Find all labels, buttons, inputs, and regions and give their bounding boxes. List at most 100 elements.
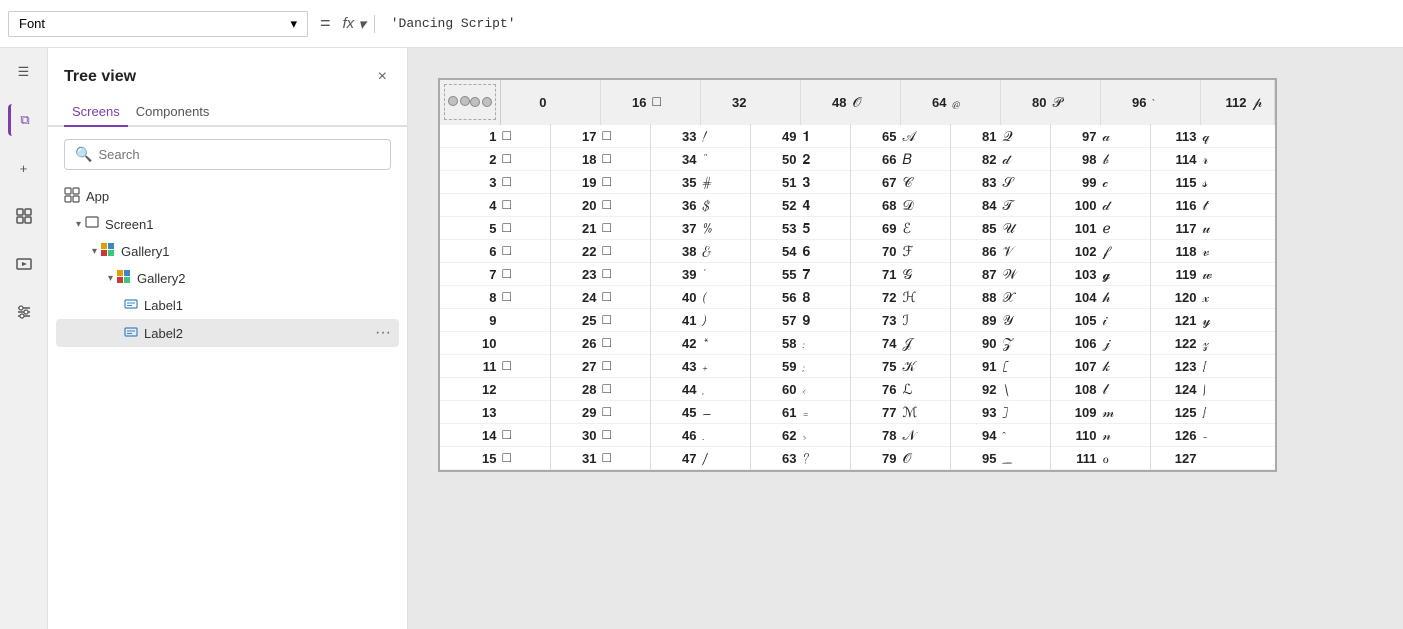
table-row-6-col-5-num: 86 (951, 240, 1001, 263)
tab-components[interactable]: Components (128, 98, 218, 127)
main-content: ☰ ⧉ + (0, 48, 1403, 629)
table-row-0-col-6-num: 96 (1101, 80, 1151, 125)
table-row-13-col-3-num: 61 (751, 401, 801, 424)
insert-icon[interactable]: + (8, 152, 40, 184)
table-row-10-col-5-num: 90 (951, 332, 1001, 355)
table-row-2-col-6-char: 𝒷 (1101, 148, 1151, 171)
tree-item-screen1[interactable]: ▾ Screen1 (56, 211, 399, 238)
table-row-2-col-5-num: 82 (951, 148, 1001, 171)
fx-button[interactable]: fx ▾ (343, 15, 375, 33)
table-row-13-col-7-num: 125 (1151, 401, 1201, 424)
table-row-2-col-1-char: □ (601, 148, 651, 171)
tree-item-label2[interactable]: Label2 ··· (56, 319, 399, 347)
table-row-14-col-5-num: 94 (951, 424, 1001, 447)
table-row-4-col-5-num: 84 (951, 194, 1001, 217)
tree-items: App ▾ Screen1 ▾ (48, 182, 407, 629)
table-row-10-col-5-char: 𝒵 (1001, 332, 1051, 355)
table-row-3-col-0-char: □ (501, 171, 551, 194)
chevron-down-icon: ▾ (290, 16, 297, 32)
table-row-13-col-7-char: } (1201, 401, 1251, 424)
app-icon (64, 187, 80, 206)
table-header-cell-0 (440, 80, 501, 125)
table-row-15-col-4-char: 𝒪 (901, 447, 951, 470)
collapse-toggle-gallery2[interactable]: ▾ (108, 273, 113, 284)
table-row-5-col-6-char: ℯ (1101, 217, 1151, 240)
label1-icon (124, 297, 138, 314)
table-row-11-col-1-num: 27 (551, 355, 601, 378)
close-button[interactable]: × (374, 64, 391, 90)
collapse-toggle-screen1[interactable]: ▾ (76, 219, 81, 230)
font-dropdown[interactable]: Font ▾ (8, 11, 308, 37)
table-row-2-col-0-char: □ (501, 148, 551, 171)
search-input[interactable] (98, 147, 380, 162)
table-row-4-col-7-char: 𝓉 (1201, 194, 1251, 217)
table-row-5-col-7-num: 117 (1151, 217, 1201, 240)
table-row-3-col-7-num: 115 (1151, 171, 1201, 194)
table-row-1-col-7-num: 113 (1151, 125, 1201, 148)
table-row-14-col-4-num: 78 (851, 424, 901, 447)
table-row-6-col-1-char: □ (601, 240, 651, 263)
table-row-10-col-4-num: 74 (851, 332, 901, 355)
table-row-5-col-2-num: 37 (651, 217, 701, 240)
media-icon[interactable] (8, 248, 40, 280)
table-row-6-col-6-char: 𝒻 (1101, 240, 1151, 263)
component-icon[interactable] (8, 200, 40, 232)
formula-bar[interactable]: 'Dancing Script' (383, 16, 1395, 31)
table-row-2-col-3-char: 𝟐 (801, 148, 851, 171)
table-row-15-col-0-num: 15 (440, 447, 501, 470)
tree-item-label1[interactable]: Label1 (56, 292, 399, 319)
table-row-12-col-5-char: \ (1001, 378, 1051, 401)
table-row-8-col-6-char: 𝒽 (1101, 286, 1151, 309)
table-row-5-col-1-char: □ (601, 217, 651, 240)
hamburger-icon[interactable]: ☰ (8, 56, 40, 88)
table-row-14-col-1-num: 30 (551, 424, 601, 447)
table-row-10-col-3-num: 58 (751, 332, 801, 355)
table-row-13-col-2-num: 45 (651, 401, 701, 424)
label2-icon (124, 325, 138, 342)
table-row-13-col-1-num: 29 (551, 401, 601, 424)
font-table: 016□3248𝒪64@80𝒫96`112𝓅1□17□33!49𝟏65𝒜81𝒬9… (438, 78, 1277, 472)
more-options-button[interactable]: ··· (375, 324, 391, 342)
table-row-5-col-4-num: 69 (851, 217, 901, 240)
table-row-5-col-4-char: ℰ (901, 217, 951, 240)
table-row-3-col-4-num: 67 (851, 171, 901, 194)
table-row-7-col-4-char: 𝒢 (901, 263, 951, 286)
table-row-2-col-1-num: 18 (551, 148, 601, 171)
table-row-4-col-0-char: □ (501, 194, 551, 217)
table-row-11-col-3-char: ; (801, 355, 851, 378)
table-row-5-col-5-char: 𝒰 (1001, 217, 1051, 240)
table-row-10-col-7-num: 122 (1151, 332, 1201, 355)
table-row-7-col-4-num: 71 (851, 263, 901, 286)
tree-item-label1-label: Label1 (144, 298, 183, 313)
table-row-5-col-0-char: □ (501, 217, 551, 240)
table-row-6-col-6-num: 102 (1051, 240, 1101, 263)
collapse-toggle-gallery1[interactable]: ▾ (92, 246, 97, 257)
tree-item-gallery1[interactable]: ▾ Gallery1 (56, 238, 399, 265)
table-row-6-col-4-char: ℱ (901, 240, 951, 263)
table-row-5-col-0-num: 5 (440, 217, 501, 240)
table-row-11-col-6-num: 107 (1051, 355, 1101, 378)
table-row-10-col-2-char: * (701, 332, 751, 355)
table-row-0-col-7-char: 𝓅 (1251, 80, 1275, 125)
table-row-9-col-1-char: □ (601, 309, 651, 332)
table-row-7-col-6-char: 𝓰 (1101, 263, 1151, 286)
table-row-14-col-7-char: ~ (1201, 424, 1251, 447)
layers-icon[interactable]: ⧉ (8, 104, 40, 136)
tree-item-gallery2[interactable]: ▾ Gallery2 (56, 265, 399, 292)
table-row-7-col-1-num: 23 (551, 263, 601, 286)
table-row-12-col-6-num: 108 (1051, 378, 1101, 401)
tab-screens[interactable]: Screens (64, 98, 128, 127)
table-row-11-col-3-num: 59 (751, 355, 801, 378)
table-row-2-col-7-char: 𝓇 (1201, 148, 1251, 171)
table-row-7-col-2-num: 39 (651, 263, 701, 286)
table-row-6-col-0-num: 6 (440, 240, 501, 263)
table-row-10-col-0-char (501, 332, 551, 355)
tree-item-app[interactable]: App (56, 182, 399, 211)
table-row-10-col-6-char: 𝒿 (1101, 332, 1151, 355)
table-row-13-col-3-char: = (801, 401, 851, 424)
advanced-tools-icon[interactable] (8, 296, 40, 328)
table-row-5-col-1-num: 21 (551, 217, 601, 240)
table-row-12-col-0-num: 12 (440, 378, 501, 401)
table-row-13-col-5-num: 93 (951, 401, 1001, 424)
table-row-9-col-0-num: 9 (440, 309, 501, 332)
